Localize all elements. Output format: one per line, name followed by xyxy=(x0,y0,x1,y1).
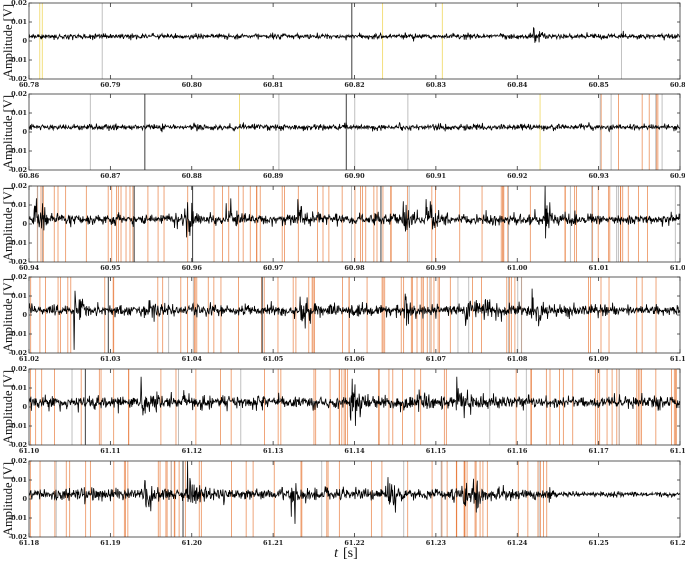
x-axis-unit: [s] xyxy=(343,546,358,561)
y-tick-label: 0 xyxy=(22,403,27,411)
panel-3: 60.94 60.95 60.96 60.97 60.98 60.99 61.00 61.01… xyxy=(1,182,685,272)
x-tick-label: 61.16 xyxy=(507,447,528,455)
x-tick-label: 61.19 xyxy=(100,539,121,547)
x-tick-label: 60.90 xyxy=(344,172,365,180)
x-tick-label: 61.02 xyxy=(670,264,685,272)
x-tick-label: 61.08 xyxy=(507,355,528,363)
x-tick-label: 60.89 xyxy=(263,172,284,180)
x-tick-label: 61.22 xyxy=(344,539,364,547)
plot-frame xyxy=(28,368,681,446)
y-axis-label: Amplitude [V] xyxy=(1,4,15,78)
x-tick-label: 61.24 xyxy=(507,539,528,547)
x-tick-label: 60.80 xyxy=(182,81,203,89)
signal-trace xyxy=(28,460,681,524)
x-tick-label: 60.88 xyxy=(182,172,203,180)
x-tick-label: 61.07 xyxy=(426,355,446,363)
panel-4: 61.02 61.03 61.04 61.05 61.06 61.07 61.08 61.09… xyxy=(1,273,685,363)
x-tick-label: 61.17 xyxy=(588,447,608,455)
x-tick-label: 60.86 xyxy=(670,81,685,89)
panel-6: 61.18 61.19 61.20 61.21 61.22 61.23 61.24 61.25… xyxy=(1,457,685,547)
signal-trace xyxy=(28,27,681,43)
y-axis-label: Amplitude [V] xyxy=(1,278,15,352)
x-tick-label: 60.98 xyxy=(344,264,365,272)
x-tick-label: 61.15 xyxy=(426,447,447,455)
x-tick-label: 61.23 xyxy=(426,539,447,547)
x-tick-label: 61.11 xyxy=(100,447,120,455)
x-tick-label: 60.83 xyxy=(426,81,447,89)
x-tick-label: 61.26 xyxy=(670,539,685,547)
y-tick-label: 0 xyxy=(22,495,27,503)
x-tick-label: 60.94 xyxy=(670,172,685,180)
signal-trace xyxy=(28,288,681,350)
plot-frame xyxy=(28,460,681,538)
x-axis-label: t xyxy=(334,546,339,561)
x-tick-label: 61.14 xyxy=(344,447,365,455)
x-tick-label: 60.82 xyxy=(344,81,364,89)
x-tick-label: 61.03 xyxy=(100,355,121,363)
y-axis-label: Amplitude [V] xyxy=(1,187,15,261)
panel-5: 61.10 61.11 61.12 61.13 61.14 61.15 61.16 61.17… xyxy=(1,365,685,455)
x-tick-label: 61.18 xyxy=(670,447,685,455)
x-tick-label: 60.91 xyxy=(426,172,446,180)
x-tick-label: 60.99 xyxy=(426,264,447,272)
x-tick-label: 61.06 xyxy=(344,355,365,363)
x-tick-label: 60.97 xyxy=(263,264,283,272)
y-axis-label: Amplitude [V] xyxy=(1,462,15,536)
y-tick-label: 0 xyxy=(22,128,27,136)
x-tick-label: 60.84 xyxy=(507,81,528,89)
x-tick-label: 60.81 xyxy=(263,81,283,89)
plot-frame xyxy=(28,2,681,80)
x-tick-label: 60.85 xyxy=(588,81,609,89)
y-axis-label: Amplitude [V] xyxy=(1,95,15,169)
y-tick-label: 0 xyxy=(22,220,27,228)
y-tick-label: 0 xyxy=(22,311,27,319)
x-tick-label: 61.20 xyxy=(182,539,203,547)
x-tick-label: 61.10 xyxy=(670,355,685,363)
x-tick-label: 61.13 xyxy=(263,447,284,455)
x-tick-label: 61.21 xyxy=(263,539,283,547)
x-tick-label: 61.04 xyxy=(182,355,203,363)
x-tick-label: 61.05 xyxy=(263,355,284,363)
panel-2: 60.86 60.87 60.88 60.89 60.90 60.91 60.92 60.93… xyxy=(1,90,685,180)
x-tick-label: 60.96 xyxy=(182,264,203,272)
x-tick-label: 60.92 xyxy=(507,172,527,180)
x-tick-label: 60.87 xyxy=(100,172,120,180)
x-tick-label: 61.01 xyxy=(588,264,608,272)
x-tick-label: 60.79 xyxy=(100,81,121,89)
x-tick-label: 60.95 xyxy=(100,264,121,272)
x-tick-label: 60.93 xyxy=(588,172,609,180)
panel-1: 60.78 60.79 60.80 60.81 60.82 60.83 60.84 60.85… xyxy=(1,0,685,89)
signal-trace xyxy=(28,185,681,239)
x-tick-label: 61.00 xyxy=(507,264,528,272)
plot-frame xyxy=(28,185,681,263)
stacked-signal-chart: t [s] 60.78 60.79 60.80 60.81 60.82 60.83 60.8… xyxy=(1,0,685,561)
x-tick-label: 61.25 xyxy=(588,539,609,547)
x-tick-label: 61.09 xyxy=(588,355,609,363)
signal-trace xyxy=(28,376,681,426)
x-tick-label: 61.12 xyxy=(182,447,202,455)
plot-frame xyxy=(28,276,681,354)
y-tick-label: 0 xyxy=(22,37,27,45)
y-axis-label: Amplitude [V] xyxy=(1,370,15,444)
